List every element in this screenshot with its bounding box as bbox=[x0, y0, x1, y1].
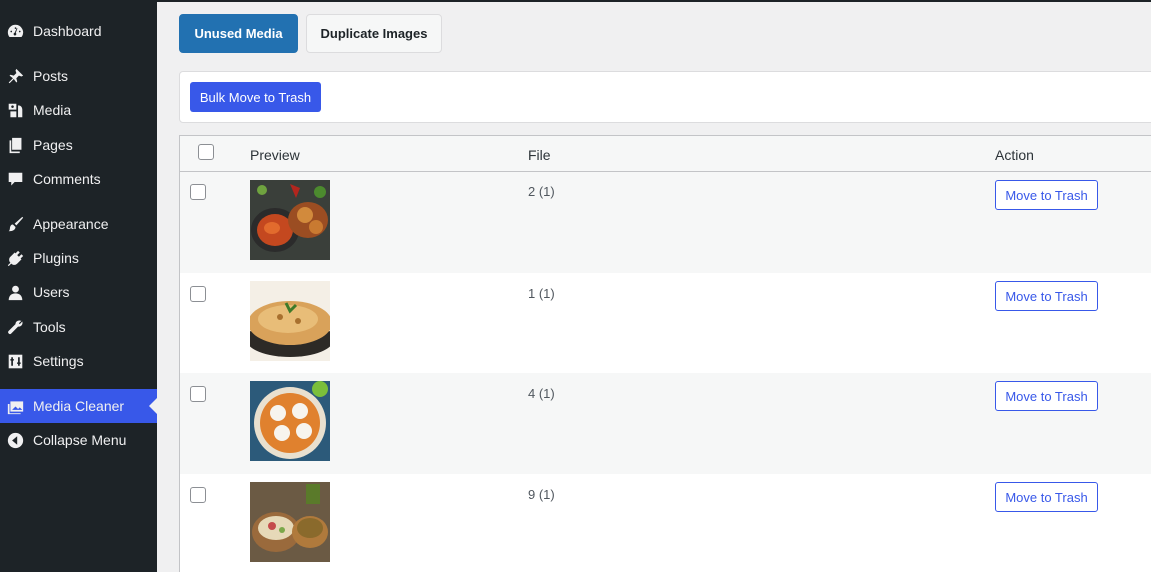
bulk-move-to-trash-button[interactable]: Bulk Move to Trash bbox=[190, 82, 321, 112]
collapse-menu-button[interactable]: Collapse Menu bbox=[0, 423, 157, 457]
sidebar-item-label: Media bbox=[33, 102, 72, 118]
sidebar-item-appearance[interactable]: Appearance bbox=[0, 207, 157, 241]
sidebar-item-label: Dashboard bbox=[33, 23, 102, 39]
file-name: 9 (1) bbox=[528, 487, 555, 502]
move-to-trash-button[interactable]: Move to Trash bbox=[995, 180, 1098, 210]
sidebar-item-label: Pages bbox=[33, 137, 73, 153]
move-to-trash-button[interactable]: Move to Trash bbox=[995, 381, 1098, 411]
plugin-icon bbox=[6, 249, 24, 267]
paratha-thumbnail bbox=[250, 281, 330, 361]
select-all-checkbox[interactable] bbox=[198, 144, 214, 160]
bulk-actions-panel: Bulk Move to Trash bbox=[179, 71, 1151, 123]
column-action: Action bbox=[995, 147, 1034, 163]
table-row: 1 (1) Move to Trash bbox=[180, 273, 1151, 374]
sidebar-item-label: Appearance bbox=[33, 216, 109, 232]
sidebar-item-label: Posts bbox=[33, 68, 69, 84]
column-preview: Preview bbox=[250, 147, 300, 163]
sidebar-item-tools[interactable]: Tools bbox=[0, 310, 157, 344]
admin-sidebar: Dashboard Posts Media Pages Comments App… bbox=[0, 0, 157, 572]
admin-bar-edge bbox=[157, 0, 1151, 2]
sidebar-item-media[interactable]: Media bbox=[0, 93, 157, 127]
users-icon bbox=[6, 283, 24, 301]
settings-icon bbox=[6, 352, 24, 370]
row-checkbox[interactable] bbox=[190, 386, 206, 402]
sidebar-item-posts[interactable]: Posts bbox=[0, 59, 157, 93]
column-file: File bbox=[528, 147, 551, 163]
move-to-trash-button[interactable]: Move to Trash bbox=[995, 281, 1098, 311]
dashboard-icon bbox=[6, 22, 24, 40]
file-name: 1 (1) bbox=[528, 286, 555, 301]
table-header: Preview File Action bbox=[180, 136, 1151, 172]
sidebar-item-pages[interactable]: Pages bbox=[0, 128, 157, 162]
file-name: 4 (1) bbox=[528, 386, 555, 401]
file-name: 2 (1) bbox=[528, 184, 555, 199]
media-icon bbox=[6, 101, 24, 119]
row-checkbox[interactable] bbox=[190, 487, 206, 503]
sidebar-item-plugins[interactable]: Plugins bbox=[0, 241, 157, 275]
row-checkbox[interactable] bbox=[190, 184, 206, 200]
sidebar-item-comments[interactable]: Comments bbox=[0, 162, 157, 196]
sidebar-item-label: Tools bbox=[33, 319, 66, 335]
table-row: 4 (1) Move to Trash bbox=[180, 373, 1151, 474]
sidebar-item-media-cleaner[interactable]: Media Cleaner bbox=[0, 389, 157, 423]
sidebar-item-label: Media Cleaner bbox=[33, 398, 125, 414]
sidebar-item-label: Collapse Menu bbox=[33, 432, 127, 448]
sidebar-item-label: Plugins bbox=[33, 250, 79, 266]
pages-icon bbox=[6, 136, 24, 154]
collapse-icon bbox=[6, 431, 24, 449]
pin-icon bbox=[6, 67, 24, 85]
brush-icon bbox=[6, 215, 24, 233]
tab-duplicate-images[interactable]: Duplicate Images bbox=[306, 14, 442, 53]
sidebar-item-settings[interactable]: Settings bbox=[0, 344, 157, 378]
sidebar-item-label: Comments bbox=[33, 171, 101, 187]
idli-curry-thumbnail bbox=[250, 381, 330, 461]
tab-unused-media[interactable]: Unused Media bbox=[179, 14, 298, 53]
move-to-trash-button[interactable]: Move to Trash bbox=[995, 482, 1098, 512]
media-table: Preview File Action 2 (1) Move to Trash bbox=[179, 135, 1151, 572]
table-row: 9 (1) Move to Trash bbox=[180, 474, 1151, 572]
gallery-icon bbox=[6, 397, 24, 415]
sidebar-item-label: Settings bbox=[33, 353, 84, 369]
sidebar-item-label: Users bbox=[33, 284, 70, 300]
sidebar-item-users[interactable]: Users bbox=[0, 275, 157, 309]
table-row: 2 (1) Move to Trash bbox=[180, 172, 1151, 273]
chaat-platter-thumbnail bbox=[250, 482, 330, 562]
row-checkbox[interactable] bbox=[190, 286, 206, 302]
comments-icon bbox=[6, 170, 24, 188]
sidebar-item-dashboard[interactable]: Dashboard bbox=[0, 14, 157, 48]
wrench-icon bbox=[6, 318, 24, 336]
food-platter-thumbnail bbox=[250, 180, 330, 260]
